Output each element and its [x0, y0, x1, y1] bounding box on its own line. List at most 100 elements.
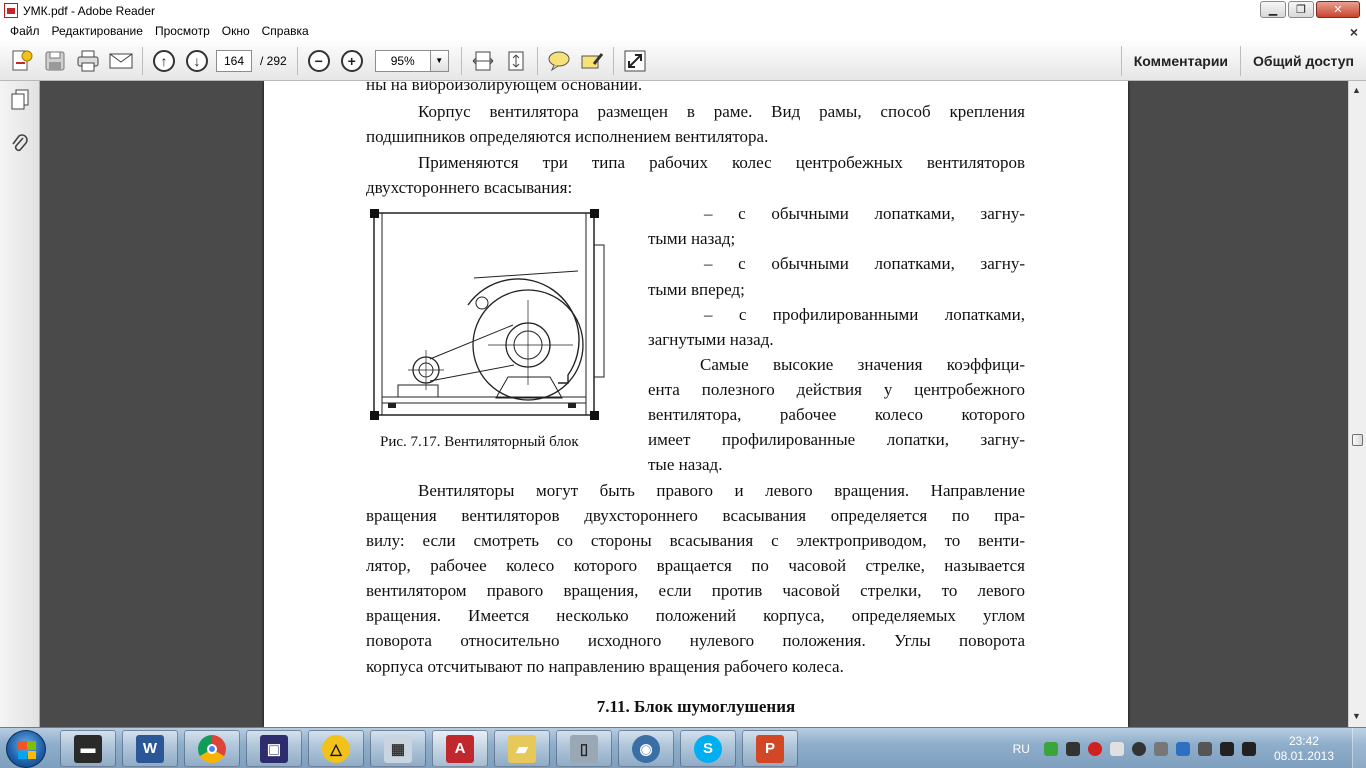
text-line: имеет профилированные лопатки, загну-	[648, 430, 1025, 449]
taskbar-printer-app[interactable]: ▬	[60, 730, 116, 767]
chevron-down-icon[interactable]: ▼	[430, 49, 449, 72]
list-item: – с обычными лопатками, загну-	[704, 254, 1025, 273]
toolbar-separator	[536, 46, 538, 75]
vertical-scrollbar[interactable]: ▲ ▼	[1348, 81, 1366, 727]
document-viewport[interactable]: ны на виброизолирующем основании. Корпус…	[40, 81, 1348, 727]
alert-icon[interactable]	[1087, 741, 1102, 756]
taskbar-word[interactable]: W	[122, 730, 178, 767]
scroll-up-icon[interactable]: ▲	[1352, 85, 1361, 95]
comments-panel-button[interactable]: Комментарии	[1122, 41, 1240, 81]
text-line: загнутыми назад.	[648, 330, 774, 349]
folder-icon: ▰	[508, 734, 536, 763]
taskbar-powerpoint[interactable]: P	[742, 730, 798, 767]
menu-edit[interactable]: Редактирование	[46, 24, 149, 38]
battery-icon[interactable]	[1065, 741, 1080, 756]
page-total: / 292	[260, 53, 287, 68]
toolbar-separator	[460, 46, 462, 75]
taskbar-save-app[interactable]: ▣	[246, 730, 302, 767]
menu-view[interactable]: Просмотр	[149, 24, 216, 38]
fit-width-button[interactable]	[469, 47, 497, 75]
page-number-input[interactable]: 164	[216, 49, 252, 72]
fit-page-button[interactable]	[502, 47, 530, 75]
scrollbar-thumb[interactable]	[1352, 434, 1363, 446]
highlight-button[interactable]	[578, 47, 606, 75]
list-item: – с обычными лопатками, загну-	[704, 204, 1025, 223]
previous-page-button[interactable]: ↑	[150, 47, 178, 75]
fan-unit-figure	[370, 209, 605, 420]
create-pdf-icon	[12, 50, 33, 70]
scroll-down-icon[interactable]: ▼	[1352, 711, 1361, 721]
zoom-in-button[interactable]: +	[338, 47, 366, 75]
fit-width-icon	[472, 51, 494, 70]
network-device-icon[interactable]	[1153, 741, 1168, 756]
menu-window[interactable]: Окно	[216, 24, 256, 38]
show-desktop-button[interactable]	[1352, 728, 1366, 768]
zoom-input[interactable]: 95%	[374, 49, 431, 72]
taskbar-chrome[interactable]	[184, 730, 240, 767]
start-button[interactable]	[6, 730, 46, 768]
clock-date: 08.01.2013	[1273, 748, 1334, 763]
arrow-down-icon: ↓	[186, 49, 208, 72]
check-icon[interactable]	[1043, 741, 1058, 756]
text-line: вилу: если смотреть со стороны всасывани…	[366, 531, 1025, 550]
wifi-icon[interactable]	[1219, 741, 1234, 756]
text-line: вращения вентиляторов двухстороннего вса…	[366, 506, 1025, 525]
toolbar: ↑ ↓ 164 / 292 − + 95% ▼ Комментарии Общи…	[0, 41, 1366, 81]
phone-icon: ▯	[570, 734, 598, 763]
clock[interactable]: 23:42 08.01.2013	[1274, 734, 1334, 764]
minus-icon: −	[307, 49, 330, 72]
text-line: Применяются три типа рабочих колес центр…	[418, 153, 1025, 172]
floppy-icon: ▣	[260, 734, 288, 763]
text-line: Самые высокие значения коэффици-	[700, 355, 1025, 374]
taskbar-phone-app[interactable]: ▯	[556, 730, 612, 767]
bluetooth-icon[interactable]	[1175, 741, 1190, 756]
pages-panel-button[interactable]	[10, 89, 30, 111]
text-line: тые назад.	[648, 455, 723, 474]
pen-icon[interactable]	[1109, 741, 1124, 756]
pages-icon	[11, 89, 29, 110]
attachments-panel-button[interactable]	[10, 133, 30, 155]
print-button[interactable]	[74, 47, 102, 75]
window-title: УМК.pdf - Adobe Reader	[23, 3, 156, 18]
save-button[interactable]	[41, 47, 69, 75]
printer-icon: ▬	[74, 734, 102, 763]
comment-button[interactable]	[545, 47, 573, 75]
next-page-button[interactable]: ↓	[183, 47, 211, 75]
menu-bar: Файл Редактирование Просмотр Окно Справк…	[0, 21, 1366, 41]
volume-icon[interactable]	[1241, 741, 1256, 756]
close-document-icon[interactable]: ×	[1350, 24, 1358, 40]
email-button[interactable]	[107, 47, 135, 75]
fullscreen-button[interactable]	[621, 47, 649, 75]
speech-bubble-icon	[548, 51, 570, 71]
toolbar-right: Комментарии Общий доступ	[1120, 41, 1366, 81]
windows-logo-icon	[18, 741, 36, 759]
taskbar-skype[interactable]: S	[680, 730, 736, 767]
taskbar-acrobat[interactable]: A	[432, 730, 488, 767]
usb-icon[interactable]	[1197, 741, 1212, 756]
taskbar-triangle-app[interactable]: △	[308, 730, 364, 767]
figure-caption: Рис. 7.17. Вентиляторный блок	[380, 434, 579, 450]
share-panel-button[interactable]: Общий доступ	[1241, 41, 1366, 81]
text-line: вентилятором правого вращения, если прот…	[366, 581, 1025, 600]
create-pdf-button[interactable]	[8, 47, 36, 75]
toolbar-separator	[612, 46, 614, 75]
taskbar-folder-app[interactable]: ▰	[494, 730, 550, 767]
maximize-button[interactable]: ❐	[1288, 1, 1314, 18]
word-icon: W	[136, 734, 164, 763]
power-icon[interactable]	[1131, 741, 1146, 756]
zoom-select[interactable]: 95% ▼	[374, 49, 449, 72]
window-controls: ▁ ❐ ✕	[1260, 1, 1360, 18]
zoom-out-button[interactable]: −	[305, 47, 333, 75]
text-line: Корпус вентилятора размещен в раме. Вид …	[418, 102, 1025, 121]
text-line: вентилятора, рабочее колесо которого	[648, 405, 1025, 424]
menu-help[interactable]: Справка	[256, 24, 315, 38]
language-indicator[interactable]: RU	[1013, 742, 1030, 756]
text-line: тыми вперед;	[648, 280, 745, 299]
taskbar-calculator[interactable]: ▦	[370, 730, 426, 767]
taskbar-media-app[interactable]: ◉	[618, 730, 674, 767]
close-button[interactable]: ✕	[1316, 1, 1360, 18]
highlighter-icon	[581, 52, 603, 68]
clock-time: 23:42	[1288, 733, 1319, 748]
minimize-button[interactable]: ▁	[1260, 1, 1286, 18]
menu-file[interactable]: Файл	[4, 24, 46, 38]
